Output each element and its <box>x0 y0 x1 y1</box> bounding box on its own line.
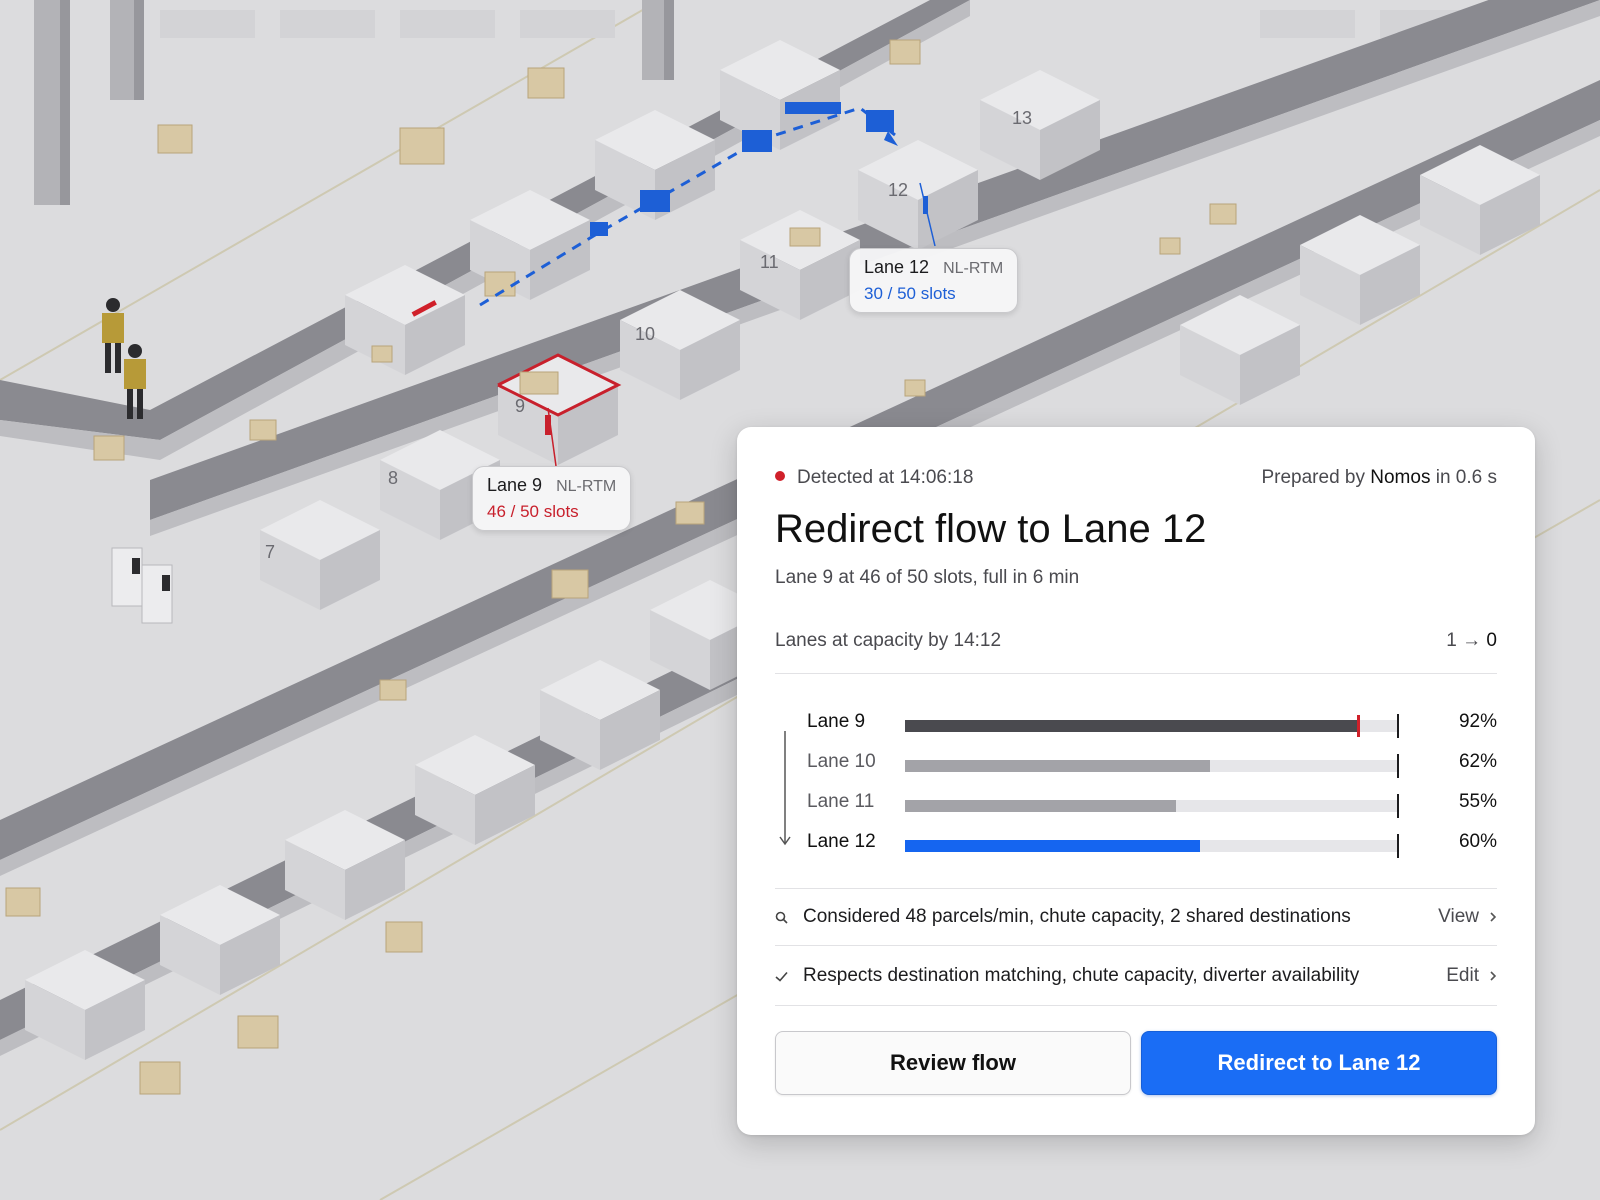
lane-row-11: Lane 11 55% <box>775 785 1497 825</box>
lane-name: Lane 9 <box>807 711 866 732</box>
capacity-bar <box>905 714 1399 738</box>
capacity-limit <box>1397 754 1399 778</box>
card-subtitle: Lane 9 at 46 of 50 slots, full in 6 min <box>775 567 1080 588</box>
lane-row-10: Lane 10 62% <box>775 745 1497 785</box>
chute-number-13: 13 <box>1012 108 1032 128</box>
capacity-summary: Lanes at capacity by 14:12 1 → 0 <box>775 630 1497 652</box>
chute-number-9: 9 <box>515 396 525 416</box>
lane-percent: 92% <box>1458 711 1497 732</box>
callout-slots: 46 / 50 slots <box>487 502 579 521</box>
prepared-by: Prepared by Nomos in 0.6 s <box>1261 467 1497 488</box>
capacity-limit <box>1397 834 1399 858</box>
capacity-bar-fill <box>905 720 1358 732</box>
lane-row-12: Lane 12 60% <box>775 825 1497 865</box>
redirect-button[interactable]: Redirect to Lane 12 <box>1141 1031 1497 1095</box>
lane-name: Lane 10 <box>807 751 876 772</box>
respects-text: Respects destination matching, chute cap… <box>803 965 1360 986</box>
capacity-label: Lanes at capacity by 14:12 <box>775 630 1002 651</box>
chute-number-11: 11 <box>760 252 779 272</box>
capacity-limit <box>1397 794 1399 818</box>
considered-text: Considered 48 parcels/min, chute capacit… <box>803 906 1351 927</box>
lane-9-callout: Lane 9 NL-RTM 46 / 50 slots <box>472 466 632 531</box>
chute-number-12: 12 <box>888 180 908 200</box>
callout-lane-label: Lane 12 <box>864 257 930 277</box>
lane-name: Lane 12 <box>807 831 876 852</box>
lane-percent: 55% <box>1458 791 1497 812</box>
recommendation-card: Detected at 14:06:18 Prepared by Nomos i… <box>737 427 1535 1135</box>
threshold-marker <box>1356 715 1360 737</box>
divider <box>775 673 1497 674</box>
divider <box>775 945 1497 946</box>
check-icon <box>775 971 789 982</box>
lane-row-9: Lane 9 92% <box>775 705 1497 745</box>
capacity-bar-fill <box>905 840 1201 852</box>
chute-number-7: 7 <box>265 542 275 562</box>
capacity-bar-fill <box>905 760 1211 772</box>
divider <box>775 888 1497 889</box>
capacity-limit <box>1397 714 1399 738</box>
view-link[interactable]: View <box>1438 906 1497 928</box>
callout-destination-code: NL-RTM <box>556 478 617 495</box>
prepared-by-agent: Nomos <box>1370 467 1431 488</box>
alert-dot-icon <box>775 470 785 481</box>
lane-name: Lane 11 <box>807 791 875 812</box>
chute-number-10: 10 <box>635 324 655 344</box>
respects-row: Respects destination matching, chute cap… <box>775 965 1497 987</box>
considered-row: Considered 48 parcels/min, chute capacit… <box>775 906 1497 928</box>
card-header: Detected at 14:06:18 Prepared by Nomos i… <box>775 467 1497 489</box>
detected-status: Detected at 14:06:18 <box>775 467 973 489</box>
callout-destination-code: NL-RTM <box>943 260 1004 277</box>
lane-capacity-list: Lane 9 92% Lane 10 62% Lane 11 55% Lane … <box>775 705 1497 865</box>
chevron-right-icon <box>1490 912 1497 922</box>
edit-link[interactable]: Edit <box>1446 965 1497 987</box>
lane-12-callout: Lane 12 NL-RTM 30 / 50 slots <box>849 248 1019 313</box>
capacity-bar <box>905 794 1399 818</box>
chevron-right-icon <box>1490 971 1497 981</box>
capacity-change: 1 → 0 <box>1446 630 1497 651</box>
lane-percent: 60% <box>1458 831 1497 852</box>
card-title: Redirect flow to Lane 12 <box>775 507 1207 551</box>
callout-lane-label: Lane 9 <box>487 475 543 495</box>
search-icon <box>775 911 789 924</box>
detected-time: Detected at 14:06:18 <box>797 467 974 488</box>
lane-percent: 62% <box>1458 751 1497 772</box>
capacity-bar-fill <box>905 800 1176 812</box>
review-flow-button[interactable]: Review flow <box>775 1031 1131 1095</box>
divider <box>775 1005 1497 1006</box>
chute-number-8: 8 <box>388 468 398 488</box>
callout-slots: 30 / 50 slots <box>864 284 956 303</box>
capacity-bar <box>905 754 1399 778</box>
capacity-bar <box>905 834 1399 858</box>
